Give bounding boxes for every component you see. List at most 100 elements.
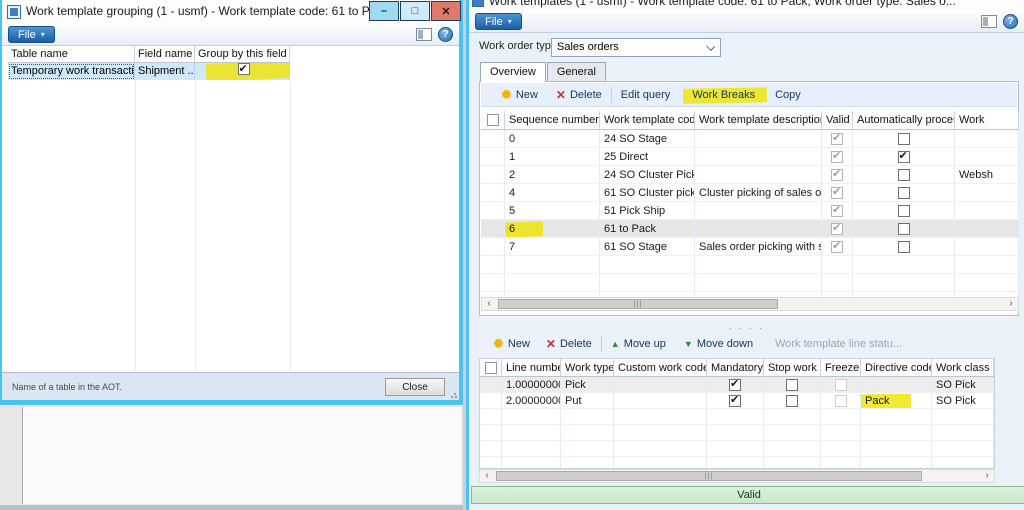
right-titlebar[interactable]: Work templates (1 - usmf) - Work templat…: [469, 0, 1024, 11]
delete-button[interactable]: ✕ Delete: [556, 89, 602, 101]
file-menu-button[interactable]: File ▾: [475, 13, 522, 30]
grid-cell-freeze[interactable]: [821, 393, 861, 409]
grid-cell-code[interactable]: 51 Pick Ship: [600, 202, 695, 220]
checkbox-unchecked[interactable]: [897, 222, 910, 235]
table-row[interactable]: 0 24 SO Stage: [481, 130, 1019, 148]
grid-cell-auto_process[interactable]: [853, 148, 955, 166]
grid-cell-code[interactable]: 61 SO Cluster pick: [600, 184, 695, 202]
table-row[interactable]: 1 25 Direct: [481, 148, 1019, 166]
grid-cell-mandatory[interactable]: [707, 393, 764, 409]
grid-cell-select[interactable]: [481, 202, 505, 220]
grid-cell-select[interactable]: [481, 148, 505, 166]
scrollbar-thumb[interactable]: |||: [496, 471, 922, 481]
file-menu-button[interactable]: File ▾: [8, 26, 55, 43]
grid-cell-line_number[interactable]: 2.0000000000: [502, 393, 561, 409]
grid-cell-auto_process[interactable]: [853, 220, 955, 238]
delete-line-button[interactable]: ✕ Delete: [546, 338, 592, 350]
col-header-sequence-number[interactable]: Sequence number: [505, 111, 600, 130]
table-row[interactable]: 4 61 SO Cluster pick Cluster picking of sa…: [481, 184, 1019, 202]
grid-cell-work[interactable]: [955, 148, 1019, 166]
grid-cell-auto_process[interactable]: [853, 130, 955, 148]
grid-cell-description[interactable]: Cluster picking of sales orders: [695, 184, 822, 202]
grid-cell-select[interactable]: [480, 377, 502, 393]
scroll-left-icon[interactable]: ‹: [480, 470, 494, 482]
grid-cell-sequence[interactable]: 6: [505, 220, 600, 238]
grid-cell-description[interactable]: [695, 220, 822, 238]
grid-cell-stop_work[interactable]: [764, 377, 821, 393]
grid-cell-work_class_id[interactable]: SO Pick: [932, 393, 994, 409]
grid-cell-work[interactable]: [955, 238, 1019, 256]
grid-cell-sequence[interactable]: 1: [505, 148, 600, 166]
grid-cell-description[interactable]: [695, 202, 822, 220]
col-header-table-name[interactable]: Table name: [8, 46, 135, 63]
help-icon[interactable]: ?: [438, 27, 453, 42]
grid-cell-sequence[interactable]: 7: [505, 238, 600, 256]
col-header-work-template-description[interactable]: Work template description: [695, 111, 822, 130]
col-header-work[interactable]: Work: [955, 111, 1019, 130]
checkbox-checked[interactable]: [729, 393, 741, 407]
work-breaks-button[interactable]: Work Breaks: [692, 89, 755, 101]
grid-cell-description[interactable]: [695, 130, 822, 148]
close-window-button-icon[interactable]: ✕: [431, 1, 461, 21]
checkbox-unchecked[interactable]: [484, 361, 497, 374]
grid-cell-custom_work_code[interactable]: [614, 393, 707, 409]
grid-cell-valid[interactable]: [822, 166, 853, 184]
layout-pane-icon[interactable]: [416, 28, 432, 41]
edit-query-button[interactable]: Edit query: [621, 89, 671, 101]
col-header-work-type[interactable]: Work type: [561, 359, 614, 377]
select-all-column-header[interactable]: [481, 111, 505, 130]
grid-cell-work[interactable]: [955, 220, 1019, 238]
splitter-handle[interactable]: · · · ·: [469, 318, 1024, 334]
checkbox-checked[interactable]: [831, 221, 843, 235]
grid-cell-auto_process[interactable]: [853, 202, 955, 220]
grid-cell-valid[interactable]: [822, 202, 853, 220]
checkbox-checked[interactable]: [729, 377, 741, 391]
table-row[interactable]: Temporary work transacti... Shipment ...: [8, 63, 290, 80]
new-button[interactable]: ✹ New: [501, 88, 538, 101]
col-header-automatically-process[interactable]: Automatically process: [853, 111, 955, 130]
table-row[interactable]: 5 51 Pick Ship: [481, 202, 1019, 220]
grid-cell-sequence[interactable]: 5: [505, 202, 600, 220]
col-header-directive-code[interactable]: Directive code: [861, 359, 932, 377]
grid-cell-code[interactable]: 24 SO Stage: [600, 130, 695, 148]
grid-cell-line_number[interactable]: 1.0000000000: [502, 377, 561, 393]
col-header-valid[interactable]: Valid: [822, 111, 853, 130]
scroll-left-icon[interactable]: ‹: [482, 298, 496, 310]
grid-cell-auto_process[interactable]: [853, 238, 955, 256]
templates-grid-hscrollbar[interactable]: ‹ ||| ›: [481, 297, 1019, 311]
grid-cell-valid[interactable]: [822, 130, 853, 148]
grid-cell-work[interactable]: [955, 202, 1019, 220]
grid-cell-auto_process[interactable]: [853, 184, 955, 202]
resize-grip-icon[interactable]: [450, 391, 457, 398]
checkbox-unchecked[interactable]: [897, 186, 910, 199]
grid-cell-directive_code[interactable]: Pack: [861, 393, 932, 409]
grid-cell-sequence[interactable]: 4: [505, 184, 600, 202]
grid-cell-table-name[interactable]: Temporary work transacti...: [8, 63, 135, 80]
help-icon[interactable]: ?: [1003, 14, 1018, 29]
scroll-right-icon[interactable]: ›: [980, 470, 994, 482]
grid-cell-code[interactable]: 24 SO Cluster Pick: [600, 166, 695, 184]
grid-cell-work_type[interactable]: Put: [561, 393, 614, 409]
minimize-button-icon[interactable]: –: [369, 1, 399, 21]
move-down-button[interactable]: ▼ Move down: [684, 338, 753, 350]
grid-cell-description[interactable]: Sales order picking with stag...: [695, 238, 822, 256]
grid-cell-valid[interactable]: [822, 184, 853, 202]
grid-cell-valid[interactable]: [822, 220, 853, 238]
checkbox-checked[interactable]: [831, 203, 843, 217]
grid-cell-select[interactable]: [481, 238, 505, 256]
checkbox-unchecked[interactable]: [897, 204, 910, 217]
col-header-stop-work[interactable]: Stop work: [764, 359, 821, 377]
col-header-line-number[interactable]: Line number: [502, 359, 561, 377]
checkbox-checked[interactable]: [237, 63, 250, 77]
checkbox-checked[interactable]: [831, 239, 843, 253]
grid-cell-work[interactable]: Websh: [955, 166, 1019, 184]
grid-cell-select[interactable]: [481, 130, 505, 148]
close-button[interactable]: Close: [385, 378, 445, 396]
table-row[interactable]: 6 61 to Pack: [481, 220, 1019, 238]
checkbox-unchecked[interactable]: [897, 168, 910, 181]
grid-cell-select[interactable]: [480, 393, 502, 409]
work-order-type-select[interactable]: Sales orders: [551, 38, 721, 57]
tab-general[interactable]: General: [546, 62, 606, 81]
maximize-button-icon[interactable]: □: [400, 1, 430, 21]
grid-cell-description[interactable]: [695, 148, 822, 166]
